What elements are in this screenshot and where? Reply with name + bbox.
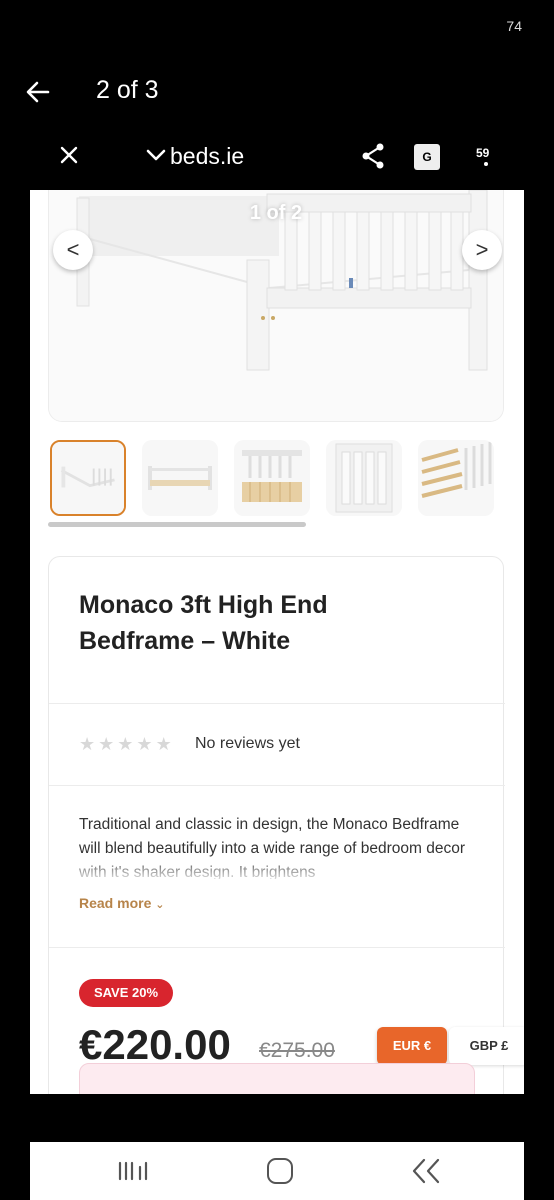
thumbnail-5[interactable] [418,440,494,516]
close-icon[interactable] [58,144,80,166]
carousel-next-button[interactable]: > [462,230,502,270]
home-icon[interactable] [267,1158,293,1184]
chevron-down-icon: ⌄ [155,899,165,911]
divider [49,785,505,786]
tabs-count[interactable]: 59 [476,146,489,160]
browser-toolbar: beds.ie G 59 [30,130,524,182]
thumbnail-4[interactable] [326,440,402,516]
status-number: 74 [506,18,522,34]
image-counter: 1 of 2 [249,202,303,224]
arrow-left-icon[interactable] [24,78,52,106]
divider [49,703,505,704]
star-icon: ★ [136,734,153,754]
currency-gbp-button[interactable]: GBP £ [449,1027,524,1065]
web-page: 1 of 2 < > Monaco 3ft High End Bedframe … [30,190,524,1094]
translate-icon[interactable]: G [414,144,440,170]
product-info-card: Monaco 3ft High End Bedframe – White ★ ★… [48,556,524,1094]
read-more-link[interactable]: Read more ⌄ [79,895,164,911]
url-text[interactable]: beds.ie [170,143,244,170]
save-badge: SAVE 20% [79,979,173,1007]
thumbnail-1[interactable] [50,440,126,516]
share-icon[interactable] [360,142,386,170]
back-icon[interactable] [410,1156,444,1186]
thumbnail-scrollbar[interactable] [48,522,306,527]
viewer-header: 2 of 3 [0,66,554,118]
rating-stars: ★ ★ ★ ★ ★ [79,734,172,755]
product-image-carousel[interactable]: 1 of 2 < > [48,190,504,422]
star-icon: ★ [79,734,96,754]
chevron-down-icon[interactable] [144,144,168,166]
reviews-text[interactable]: No reviews yet [195,735,300,753]
divider [49,947,505,948]
read-more-label: Read more [79,895,152,911]
thumbnail-strip [48,440,508,520]
recent-apps-icon[interactable] [116,1160,150,1182]
currency-eur-button[interactable]: EUR € [377,1027,447,1065]
current-price: €220.00 [79,1021,231,1068]
tabs-indicator-dot [484,162,488,166]
product-title: Monaco 3ft High End Bedframe – White [79,591,328,655]
viewer-title: 2 of 3 [96,76,159,104]
thumbnail-2[interactable] [142,440,218,516]
promo-strip [79,1063,475,1094]
original-price: €275.00 [259,1039,335,1062]
star-icon: ★ [117,734,134,754]
system-navigation-bar [30,1142,524,1200]
thumbnail-3[interactable] [234,440,310,516]
star-icon: ★ [98,734,115,754]
carousel-prev-button[interactable]: < [53,230,93,270]
description-fade [79,861,479,883]
star-icon: ★ [155,734,172,754]
